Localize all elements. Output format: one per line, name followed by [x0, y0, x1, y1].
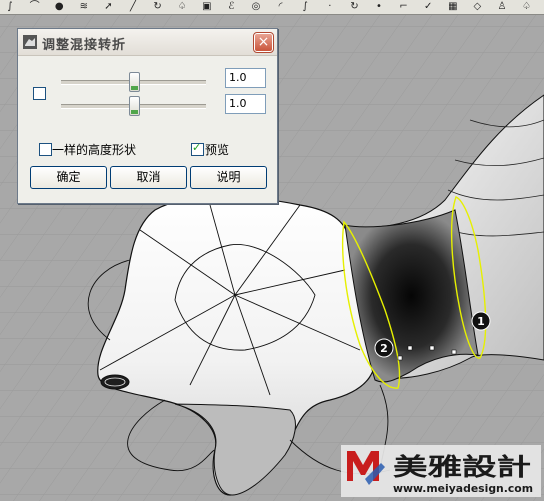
- lock-sliders-checkbox[interactable]: [33, 87, 46, 100]
- brand-url: www.meiyadesign.com: [393, 482, 533, 495]
- toolbar: ∫ ⌒ ● ≋ ➚ ╱ ↻ ♤ ▣ ℰ ◎ ◜ ∫ · ↻ • ⌐ ✓ ▦ ◇ ♙ ♤: [0, 0, 544, 15]
- ok-button[interactable]: 确定: [30, 166, 107, 189]
- slider-1-value-field[interactable]: 1.0: [225, 68, 266, 88]
- rotate-icon[interactable]: ↻: [152, 1, 164, 12]
- pipe-icon[interactable]: ◎: [250, 1, 262, 12]
- sweep-icon[interactable]: ℰ: [225, 1, 237, 12]
- slider-2[interactable]: [61, 96, 206, 116]
- layers-icon[interactable]: ≋: [78, 1, 90, 12]
- marker-1[interactable]: 1: [471, 311, 491, 331]
- curve-icon[interactable]: ∫: [4, 1, 16, 12]
- curve-icon[interactable]: ∫: [299, 1, 311, 12]
- diamond-icon[interactable]: ◇: [471, 1, 483, 12]
- point-icon[interactable]: •: [373, 1, 385, 12]
- rhino-app-icon: [23, 35, 37, 49]
- preview-checkbox[interactable]: ✓: [191, 141, 204, 156]
- slider-2-thumb[interactable]: [128, 96, 140, 116]
- close-button[interactable]: ×: [253, 32, 274, 53]
- adjust-blend-bulge-dialog: 调整混接转折 × 1.0 1.0 一样的高度形状 ✓ 预览 确定 取消 说明: [17, 28, 278, 204]
- vertex-icon[interactable]: ⌐: [398, 1, 410, 12]
- cube-icon[interactable]: ▣: [201, 1, 213, 12]
- lamp-icon[interactable]: ♤: [521, 1, 533, 12]
- person-icon[interactable]: ♙: [496, 1, 508, 12]
- check-icon: ✓: [192, 141, 202, 154]
- dot-icon[interactable]: ·: [324, 1, 336, 12]
- cancel-button[interactable]: 取消: [110, 166, 187, 189]
- marker-2-label: 2: [380, 342, 388, 355]
- arc-icon[interactable]: ⌒: [29, 1, 41, 12]
- check-icon[interactable]: ✓: [422, 1, 434, 12]
- rotate-icon[interactable]: ↻: [348, 1, 360, 12]
- marker-2[interactable]: 2: [374, 338, 394, 358]
- arrow-icon[interactable]: ➚: [102, 1, 114, 12]
- slider-2-value-field[interactable]: 1.0: [225, 94, 266, 114]
- fillet-icon[interactable]: ◜: [275, 1, 287, 12]
- help-button[interactable]: 说明: [190, 166, 267, 189]
- same-height-checkbox[interactable]: [39, 143, 52, 156]
- line-icon[interactable]: ╱: [127, 1, 139, 12]
- slider-1-thumb[interactable]: [128, 72, 140, 92]
- marker-1-label: 1: [477, 315, 485, 328]
- dialog-title-bar[interactable]: 调整混接转折 ×: [18, 29, 277, 56]
- lamp-icon[interactable]: ♤: [176, 1, 188, 12]
- same-height-label: 一样的高度形状: [52, 143, 137, 157]
- watermark-logo: 美雅設計 www.meiyadesign.com: [341, 445, 541, 497]
- close-icon: ×: [257, 34, 270, 50]
- preview-label: 预览: [205, 143, 230, 157]
- pipe-end: [100, 374, 130, 390]
- brand-name: 美雅設計: [393, 453, 531, 481]
- mesh-icon[interactable]: ▦: [447, 1, 459, 12]
- dialog-title: 调整混接转折: [42, 38, 127, 53]
- slider-1[interactable]: [61, 72, 206, 92]
- sphere-icon[interactable]: ●: [53, 1, 65, 12]
